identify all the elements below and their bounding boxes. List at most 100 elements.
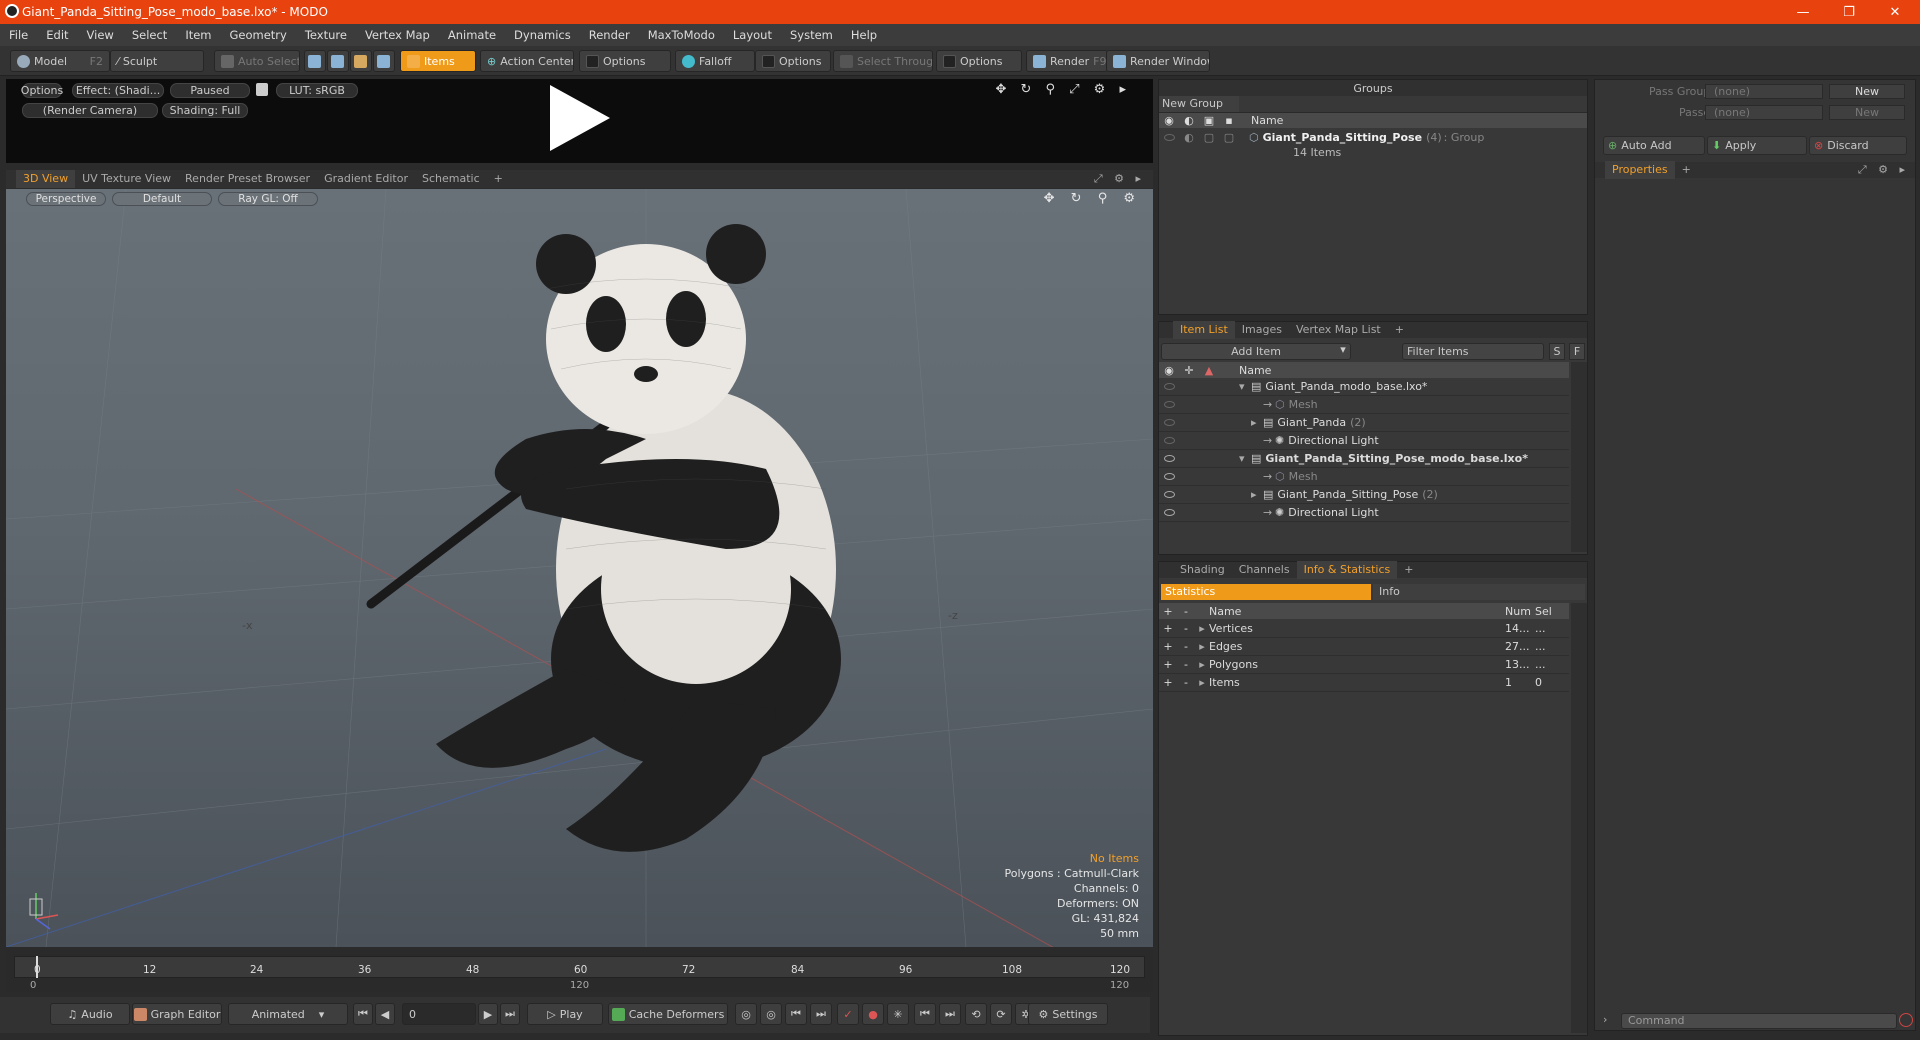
- expand-arrow-icon[interactable]: ▸: [1251, 488, 1263, 501]
- add-tab-button[interactable]: +: [1675, 161, 1698, 179]
- expand-icon[interactable]: +: [1159, 640, 1177, 653]
- collapse-all-icon[interactable]: -: [1177, 605, 1195, 618]
- eye-icon[interactable]: [1159, 380, 1179, 393]
- select-through-options-button[interactable]: Options: [936, 50, 1022, 72]
- polygons-mode-button[interactable]: [350, 50, 372, 72]
- viewport-nav-icons[interactable]: ✥ ↻ ⚲ ⚙: [1044, 191, 1141, 206]
- tab-uv-texture-view[interactable]: UV Texture View: [75, 170, 178, 188]
- tab-info-statistics[interactable]: Info & Statistics: [1296, 561, 1398, 579]
- next-key-icon[interactable]: ⏭: [810, 1003, 832, 1025]
- play-button[interactable]: ▷ Play: [527, 1003, 603, 1025]
- cache-deformers-button[interactable]: Cache Deformers: [608, 1003, 728, 1025]
- info-subtab[interactable]: Info: [1373, 584, 1585, 600]
- shading-dropdown[interactable]: Shading: Full: [162, 103, 248, 118]
- menu-item[interactable]: Item: [176, 28, 220, 42]
- menu-select[interactable]: Select: [123, 28, 176, 42]
- add-tab-button[interactable]: +: [1397, 561, 1420, 579]
- perspective-dropdown[interactable]: Perspective: [26, 192, 106, 206]
- statistic-row[interactable]: + - ▸ Vertices 14......: [1159, 620, 1569, 638]
- new-group-button[interactable]: New Group: [1159, 96, 1239, 112]
- tab-item-list[interactable]: Item List: [1173, 321, 1235, 339]
- expand-arrow-icon[interactable]: ▸: [1195, 676, 1209, 689]
- audio-button[interactable]: ♫ Audio: [50, 1003, 130, 1025]
- key-options-icon[interactable]: ✳: [887, 1003, 909, 1025]
- render-button[interactable]: Render F9: [1026, 50, 1108, 72]
- eye-icon[interactable]: [1159, 452, 1179, 465]
- render-window-button[interactable]: Render Window: [1106, 50, 1210, 72]
- menu-file[interactable]: File: [0, 28, 37, 42]
- edges-mode-button[interactable]: [327, 50, 349, 72]
- action-center-options-button[interactable]: Options: [579, 50, 671, 72]
- record-icon[interactable]: ●: [862, 1003, 884, 1025]
- close-button[interactable]: ✕: [1872, 0, 1918, 24]
- play-preview-icon[interactable]: [546, 83, 612, 153]
- items-mode-button[interactable]: Items: [400, 50, 476, 72]
- menu-geometry[interactable]: Geometry: [221, 28, 296, 42]
- collapse-icon[interactable]: -: [1177, 622, 1195, 635]
- add-item-dropdown-icon[interactable]: ▾: [1335, 343, 1351, 360]
- item-row[interactable]: ▾ ▤ Giant_Panda_modo_base.lxo*: [1159, 378, 1569, 396]
- auto-key-icon[interactable]: ◎: [760, 1003, 782, 1025]
- command-input[interactable]: Command: [1621, 1013, 1897, 1029]
- menu-help[interactable]: Help: [842, 28, 886, 42]
- viewport-tab-controls-icons[interactable]: ⤢ ⚙ ▸: [1094, 172, 1145, 186]
- tab-vertex-map-list[interactable]: Vertex Map List: [1289, 321, 1388, 339]
- apply-button[interactable]: ⬇ Apply: [1707, 136, 1807, 155]
- add-tab-button[interactable]: +: [1388, 321, 1411, 339]
- passes-dropdown[interactable]: (none): [1705, 105, 1823, 120]
- falloff-button[interactable]: Falloff: [675, 50, 755, 72]
- tab-properties[interactable]: Properties: [1605, 161, 1675, 179]
- effect-dropdown[interactable]: Effect: (Shadi...: [72, 83, 164, 98]
- model-mode-button[interactable]: Model F2: [10, 50, 110, 72]
- select-toggle-icon[interactable]: ▢: [1219, 131, 1239, 144]
- default-style-dropdown[interactable]: Default: [112, 192, 212, 206]
- menu-maxtomodo[interactable]: MaxToModo: [639, 28, 724, 42]
- auto-add-button[interactable]: ⊕ Auto Add: [1603, 136, 1705, 155]
- eye-icon[interactable]: [1159, 506, 1179, 519]
- record-key-icon[interactable]: ✓: [837, 1003, 859, 1025]
- group-row[interactable]: ◐ ▢ ▢ ⬡ Giant_Panda_Sitting_Pose (4) : G…: [1159, 128, 1587, 146]
- expand-arrow-icon[interactable]: ▸: [1195, 622, 1209, 635]
- collapse-icon[interactable]: -: [1177, 640, 1195, 653]
- prev-marker-icon[interactable]: ⏮: [914, 1003, 936, 1025]
- tab-3d-view[interactable]: 3D View: [16, 170, 76, 188]
- graph-editor-button[interactable]: Graph Editor: [132, 1003, 222, 1025]
- expand-icon[interactable]: +: [1159, 676, 1177, 689]
- expand-arrow-icon[interactable]: ▸: [1251, 416, 1263, 429]
- statistics-subtab[interactable]: Statistics: [1161, 584, 1371, 600]
- channel-set-icon[interactable]: ⟳: [990, 1003, 1012, 1025]
- vertices-mode-button[interactable]: [304, 50, 326, 72]
- sculpt-mode-button[interactable]: ⁄ Sculpt: [110, 50, 204, 72]
- add-tab-button[interactable]: +: [487, 170, 510, 188]
- next-marker-icon[interactable]: ⏭: [939, 1003, 961, 1025]
- menu-dynamics[interactable]: Dynamics: [505, 28, 580, 42]
- command-history-icon[interactable]: [1899, 1013, 1913, 1027]
- item-row[interactable]: ▸ ▤ Giant_Panda_Sitting_Pose (2): [1159, 486, 1569, 504]
- expand-all-icon[interactable]: +: [1159, 605, 1177, 618]
- filter-f-button[interactable]: F: [1569, 343, 1585, 360]
- prev-key-icon[interactable]: ⏮: [785, 1003, 807, 1025]
- lock-icon[interactable]: [256, 83, 268, 96]
- new-pass-group-button[interactable]: New: [1829, 84, 1905, 99]
- collapse-arrow-icon[interactable]: ▾: [1239, 380, 1251, 393]
- item-row[interactable]: ▸ ▤ Giant_Panda (2): [1159, 414, 1569, 432]
- 3d-viewport[interactable]: -x -z Perspective Default Ray GL: Off ✥ …: [6, 189, 1153, 947]
- eye-icon[interactable]: [1159, 416, 1179, 429]
- channel-key-icon[interactable]: ⟲: [965, 1003, 987, 1025]
- prev-frame-button[interactable]: ◀: [375, 1003, 395, 1025]
- eye-icon[interactable]: [1159, 131, 1179, 144]
- key-icon[interactable]: ◎: [735, 1003, 757, 1025]
- tab-gradient-editor[interactable]: Gradient Editor: [317, 170, 415, 188]
- filter-s-button[interactable]: S: [1549, 343, 1565, 360]
- menu-view[interactable]: View: [78, 28, 123, 42]
- paused-button[interactable]: Paused: [170, 83, 250, 98]
- statistic-row[interactable]: + - ▸ Edges 27......: [1159, 638, 1569, 656]
- render-toggle-icon[interactable]: ◐: [1179, 131, 1199, 144]
- statistic-row[interactable]: + - ▸ Items 1 0: [1159, 674, 1569, 692]
- eye-icon[interactable]: [1159, 488, 1179, 501]
- item-row[interactable]: → ⬡ Mesh: [1159, 396, 1569, 414]
- menu-animate[interactable]: Animate: [439, 28, 505, 42]
- item-row[interactable]: → ✺ Directional Light: [1159, 432, 1569, 450]
- maximize-button[interactable]: ❐: [1826, 0, 1872, 24]
- menu-system[interactable]: System: [781, 28, 842, 42]
